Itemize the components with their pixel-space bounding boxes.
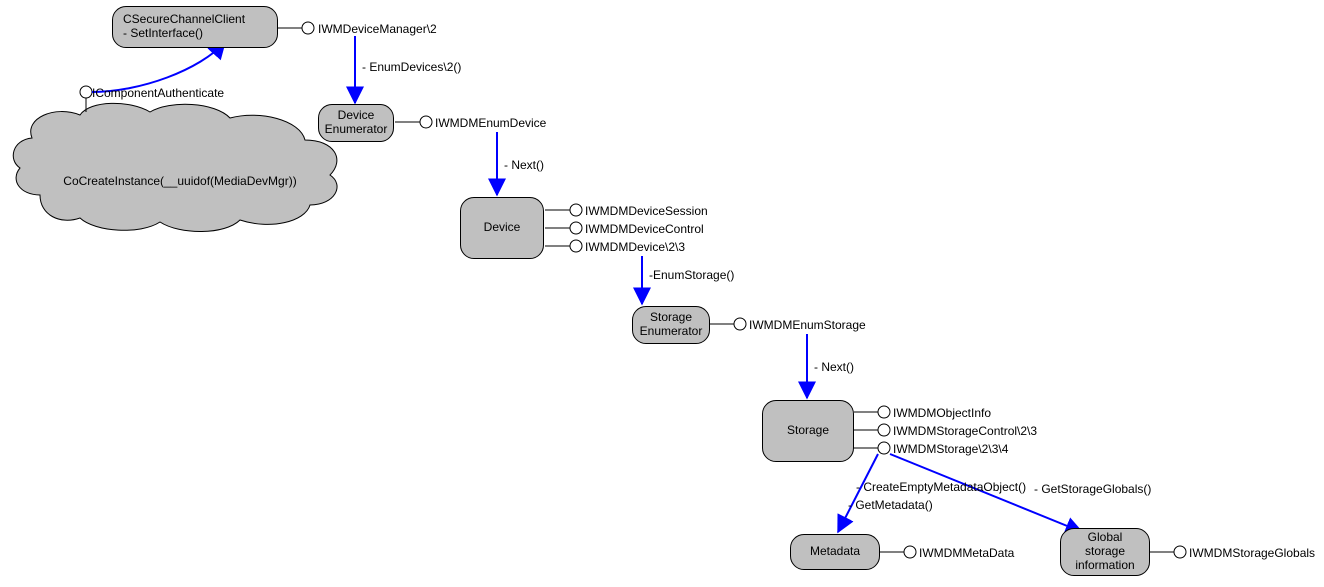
label-iwmdm-storage-globals: IWMDMStorageGlobals (1189, 546, 1315, 560)
secure-client-line2: - SetInterface() (123, 27, 203, 41)
lollipop-storage (854, 442, 890, 454)
node-storage: Storage (762, 400, 854, 462)
label-iwm-dev-mgr: IWMDeviceManager\2 (318, 22, 437, 36)
node-device-enumerator: Device Enumerator (318, 104, 394, 142)
label-iwmdm-device-session: IWMDMDeviceSession (585, 204, 708, 218)
label-iwmdm-device-control: IWMDMDeviceControl (585, 222, 704, 236)
node-storage-enumerator: Storage Enumerator (632, 306, 710, 344)
lollipop-iwm-dev-mgr (278, 22, 314, 34)
label-enum-devices: - EnumDevices\2() (362, 60, 461, 74)
lollipop-device-session (545, 204, 582, 216)
label-iwmdm-device: IWMDMDevice\2\3 (585, 240, 685, 254)
label-iwmdm-enum-storage: IWMDMEnumStorage (749, 318, 866, 332)
label-icomponent-auth: IComponentAuthenticate (92, 86, 224, 100)
storage-enum-line2: Enumerator (640, 325, 703, 339)
label-iwmdm-objectinfo: IWMDMObjectInfo (893, 406, 991, 420)
lollipop-objectinfo (854, 406, 890, 418)
label-next-storage: - Next() (814, 360, 854, 374)
label-iwmdm-enum-device: IWMDMEnumDevice (435, 116, 546, 130)
device-enum-line1: Device (338, 109, 375, 123)
secure-client-line1: CSecureChannelClient (123, 13, 245, 27)
device-line1: Device (484, 221, 521, 235)
lollipop-storage-control (854, 424, 890, 436)
cloud-shape (13, 103, 337, 231)
label-get-storage-globals: - GetStorageGlobals() (1034, 482, 1151, 496)
lollipop-metadata (880, 546, 916, 558)
storage-enum-line1: Storage (650, 311, 692, 325)
device-enum-line2: Enumerator (325, 123, 388, 137)
global-storage-line1: Global (1088, 531, 1123, 545)
metadata-line1: Metadata (810, 545, 860, 559)
label-create-empty-metadata: - CreateEmptyMetadataObject() (856, 480, 1026, 494)
label-iwmdm-storage: IWMDMStorage\2\3\4 (893, 442, 1008, 456)
label-iwmdm-storage-control: IWMDMStorageControl\2\3 (893, 424, 1037, 438)
lollipop-enum-storage (710, 318, 746, 330)
global-storage-line2: storage (1085, 545, 1125, 559)
node-secure-channel-client: CSecureChannelClient - SetInterface() (112, 6, 278, 48)
lollipop-enum-device (395, 116, 432, 128)
lollipop-storage-globals (1150, 546, 1186, 558)
global-storage-line3: information (1075, 559, 1134, 573)
label-get-metadata: - GetMetadata() (848, 498, 933, 512)
lollipop-icomponent-auth (80, 86, 92, 112)
label-enum-storage: -EnumStorage() (649, 268, 734, 282)
lollipop-device (545, 240, 582, 252)
arrow-auth-to-secure (92, 42, 225, 92)
storage-line1: Storage (787, 424, 829, 438)
lollipop-device-control (545, 222, 582, 234)
node-device: Device (460, 197, 544, 259)
label-next-device: - Next() (504, 158, 544, 172)
cloud-label: CoCreateInstance(__uuidof(MediaDevMgr)) (50, 174, 310, 188)
node-global-storage-info: Global storage information (1060, 528, 1150, 576)
label-iwmdm-metadata: IWMDMMetaData (919, 546, 1014, 560)
node-metadata: Metadata (790, 534, 880, 570)
